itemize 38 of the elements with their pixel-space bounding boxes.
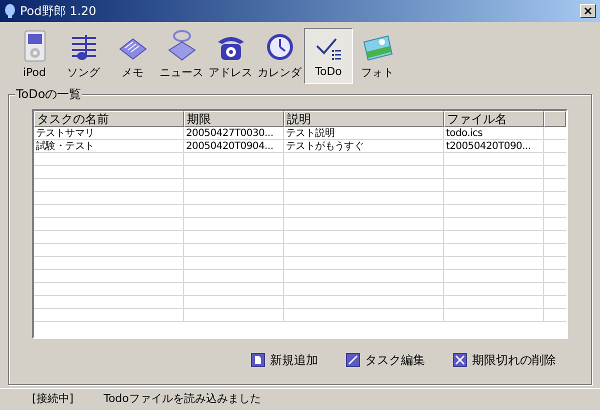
table-cell: todo.ics xyxy=(444,127,544,139)
table-cell: t20050420T090... xyxy=(444,140,544,152)
photo-card-icon xyxy=(362,34,394,62)
status-message: Todoファイルを読み込みました xyxy=(104,391,261,408)
toolbar-tab[interactable]: ニュース xyxy=(157,28,206,84)
close-icon xyxy=(584,7,592,15)
table-cell: テストがもうすぐ xyxy=(284,140,444,152)
toolbar-tab[interactable]: iPod xyxy=(10,28,59,84)
toolbar-tab[interactable]: フォト xyxy=(353,28,402,84)
action-button[interactable]: 新規追加 xyxy=(251,351,318,369)
toolbar-tab[interactable]: アドレス xyxy=(206,28,255,84)
news-stack-icon xyxy=(166,28,196,62)
column-header[interactable]: 説明 xyxy=(284,111,444,127)
window-title: Pod野郎 1.20 xyxy=(20,3,98,20)
new-page-icon xyxy=(251,353,265,367)
table-cell: 試験・テスト xyxy=(34,140,184,152)
action-button[interactable]: タスク編集 xyxy=(346,351,425,369)
notepad-icon xyxy=(118,36,148,62)
table-cell: テスト説明 xyxy=(284,127,444,139)
app-icon xyxy=(4,3,16,19)
x-icon xyxy=(453,353,467,367)
table-cell: 20050427T0030... xyxy=(184,127,284,139)
column-header[interactable]: タスクの名前 xyxy=(34,111,184,127)
connection-status: [接続中] xyxy=(32,391,74,408)
toolbar-tab[interactable]: カレンダ xyxy=(255,28,304,84)
table-cell: テストサマリ xyxy=(34,127,184,139)
table-cell: 20050420T0904... xyxy=(184,140,284,152)
music-player-icon xyxy=(24,30,46,62)
close-button[interactable] xyxy=(580,4,596,18)
clock-icon xyxy=(264,32,294,62)
group-title: ToDoの一覧 xyxy=(15,87,82,101)
toolbar-tab[interactable]: ソング xyxy=(59,28,108,84)
toolbar-tab[interactable]: ToDo xyxy=(304,28,353,84)
column-header[interactable]: ファイル名 xyxy=(444,111,544,127)
column-header[interactable]: 期限 xyxy=(184,111,284,127)
action-button[interactable]: 期限切れの削除 xyxy=(453,351,556,369)
toolbar-tab[interactable]: メモ xyxy=(108,28,157,84)
pencil-icon xyxy=(346,353,360,367)
